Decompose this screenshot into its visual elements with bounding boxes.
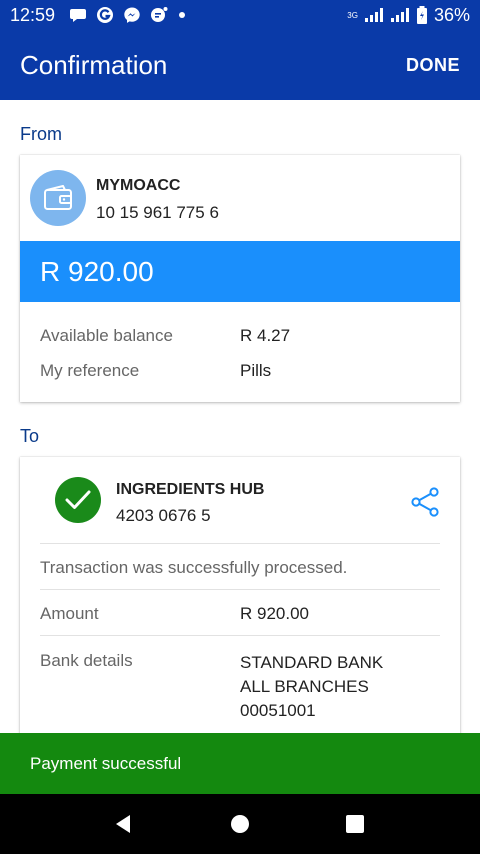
- chat-head-icon: [151, 7, 168, 22]
- divider: [40, 543, 440, 544]
- from-account-header: MYMOACC 10 15 961 775 6: [20, 155, 460, 241]
- amount-value: R 920.00: [240, 604, 309, 623]
- divider: [40, 589, 440, 590]
- my-reference-label: My reference: [40, 361, 140, 380]
- my-reference-value: Pills: [240, 361, 272, 380]
- amount-label: Amount: [40, 604, 99, 623]
- recipient-name: INGREDIENTS HUB: [116, 481, 265, 498]
- account-name: MYMOACC: [96, 177, 181, 194]
- notification-icons: [69, 6, 187, 24]
- checkmark-icon: [65, 490, 91, 509]
- recents-icon[interactable]: [345, 814, 365, 834]
- available-balance-label: Available balance: [40, 326, 173, 345]
- back-icon[interactable]: [113, 814, 133, 834]
- available-balance-value: R 4.27: [240, 326, 291, 345]
- messenger-icon: [124, 7, 140, 23]
- status-time: 12:59: [10, 4, 56, 25]
- app-bar: Confirmation DONE: [0, 30, 480, 100]
- page-title: Confirmation: [20, 49, 168, 80]
- recipient-account-number: 4203 0676 5: [116, 506, 211, 525]
- payment-success-snackbar: Payment successful: [0, 733, 480, 794]
- status-bar: 12:59 3G 36%: [0, 0, 480, 30]
- dot-icon: [179, 12, 186, 18]
- divider: [40, 635, 440, 636]
- battery-icon: [416, 6, 427, 24]
- recipient-card: INGREDIENTS HUB 4203 0676 5 Transaction …: [20, 457, 460, 747]
- signal-icon: [364, 8, 383, 22]
- wallet-icon: [44, 185, 72, 210]
- payment-amount-banner: R 920.00: [20, 241, 460, 302]
- bank-name: STANDARD BANK: [240, 653, 384, 672]
- grammarly-icon: [97, 7, 114, 23]
- snackbar-message: Payment successful: [30, 753, 182, 773]
- chat-bubble-icon: [70, 9, 87, 22]
- signal-icon-2: [390, 8, 409, 22]
- navigation-bar: [0, 794, 480, 854]
- bank-details-value: STANDARD BANK ALL BRANCHES 00051001: [240, 651, 383, 723]
- home-icon[interactable]: [230, 814, 250, 834]
- branch-code: 00051001: [240, 701, 316, 720]
- bank-branch: ALL BRANCHES: [240, 677, 369, 696]
- payment-amount: R 920.00: [40, 255, 154, 287]
- network-type-label: 3G: [347, 10, 358, 20]
- done-button[interactable]: DONE: [406, 55, 460, 76]
- share-icon[interactable]: [410, 487, 440, 517]
- from-section-label: From: [20, 124, 62, 144]
- from-account-card: MYMOACC 10 15 961 775 6 R 920.00 Availab…: [20, 155, 460, 402]
- account-number: 10 15 961 775 6: [96, 203, 219, 222]
- battery-percent: 36%: [433, 4, 470, 25]
- success-badge: [55, 477, 101, 523]
- bank-details-label: Bank details: [40, 651, 133, 670]
- wallet-avatar: [30, 170, 86, 226]
- transaction-status-message: Transaction was successfully processed.: [40, 558, 348, 577]
- to-section-label: To: [20, 426, 40, 446]
- status-right: 3G 36%: [347, 5, 470, 26]
